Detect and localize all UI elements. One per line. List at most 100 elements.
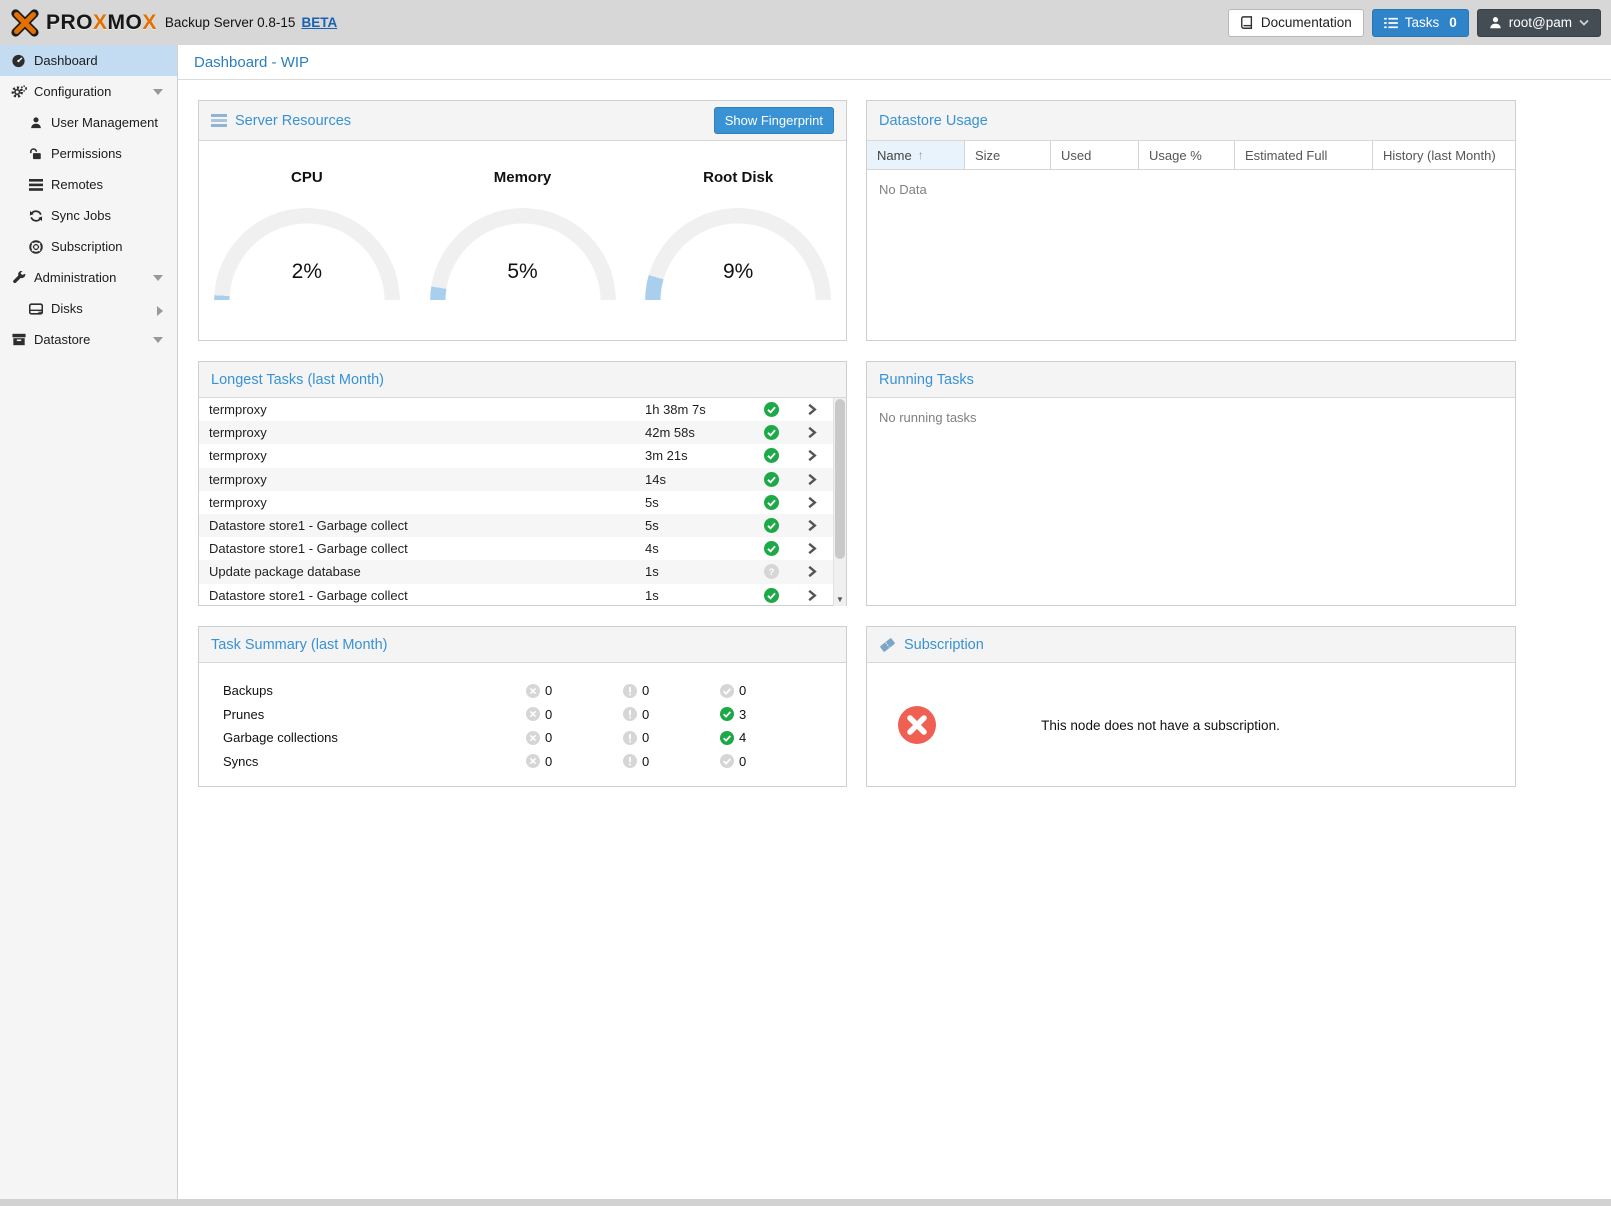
gauge-value: 2% (214, 260, 400, 284)
status-ok-icon (751, 448, 791, 463)
chevron-right-icon[interactable] (791, 495, 833, 510)
dashboard-icon (10, 53, 27, 68)
sidebar-item-subscription[interactable]: Subscription (0, 231, 177, 262)
status-ok-icon (751, 495, 791, 510)
task-row[interactable]: Datastore store1 - Garbage collect 4s (199, 537, 833, 560)
summary-row-syncs: Syncs 0 0 0 (199, 750, 846, 774)
chevron-right-icon[interactable] (791, 425, 833, 440)
archive-box-icon (10, 332, 27, 347)
task-row[interactable]: termproxy 42m 58s (199, 421, 833, 444)
sidebar-item-user-management[interactable]: User Management (0, 107, 177, 138)
task-row[interactable]: termproxy 3m 21s (199, 444, 833, 467)
chevron-right-icon[interactable] (791, 564, 833, 579)
subscription-panel: Subscription This node does not have a s… (866, 626, 1516, 787)
no-data-text: No Data (867, 170, 1515, 209)
sidebar-item-datastore[interactable]: Datastore (0, 324, 177, 355)
scrollbar-down-arrow[interactable]: ▼ (834, 592, 846, 606)
vertical-scrollbar[interactable]: ▼ (833, 398, 846, 606)
warning-count-icon (623, 731, 637, 745)
task-row[interactable]: termproxy 5s (199, 491, 833, 514)
wrench-icon (10, 270, 27, 285)
column-header-usage-pct[interactable]: Usage % (1139, 141, 1235, 169)
gears-icon (10, 84, 27, 99)
life-ring-icon (27, 239, 44, 254)
collapse-arrow-icon[interactable] (153, 89, 163, 95)
task-row[interactable]: Datastore store1 - Garbage collect 1s (199, 584, 833, 607)
gauge-arc (214, 208, 400, 300)
task-row[interactable]: Datastore store1 - Garbage collect 5s (199, 514, 833, 537)
server-resources-panel: Server Resources Show Fingerprint CPU 2% (198, 100, 847, 341)
chevron-right-icon[interactable] (791, 518, 833, 533)
task-row[interactable]: termproxy 14s (199, 468, 833, 491)
summary-row-prunes: Prunes 0 0 3 (199, 703, 846, 727)
sync-icon (27, 208, 44, 223)
show-fingerprint-button[interactable]: Show Fingerprint (714, 107, 834, 134)
sidebar-item-configuration[interactable]: Configuration (0, 76, 177, 107)
documentation-button[interactable]: Documentation (1228, 9, 1364, 37)
sidebar-item-permissions[interactable]: Permissions (0, 138, 177, 169)
chevron-right-icon[interactable] (791, 472, 833, 487)
status-ok-icon (751, 425, 791, 440)
collapse-arrow-icon[interactable] (153, 337, 163, 343)
unlock-icon (27, 146, 44, 161)
summary-row-backups: Backups 0 0 0 (199, 679, 846, 703)
panel-title: Task Summary (last Month) (211, 637, 387, 653)
collapse-arrow-icon[interactable] (153, 275, 163, 281)
status-ok-icon (751, 541, 791, 556)
user-icon (1489, 16, 1502, 29)
datastore-usage-panel: Datastore Usage Name ↑ Size Used Usage %… (866, 100, 1516, 341)
status-ok-icon (751, 588, 791, 603)
warning-count-icon (623, 707, 637, 721)
sidebar: Dashboard Configuration User Management (0, 45, 178, 1199)
ok-count-icon (720, 754, 734, 768)
user-menu-button[interactable]: root@pam (1477, 9, 1601, 37)
book-icon (1240, 16, 1254, 30)
chevron-right-icon[interactable] (791, 588, 833, 603)
ok-count-icon (720, 684, 734, 698)
column-header-history[interactable]: History (last Month) (1373, 141, 1515, 169)
chevron-down-icon (1579, 19, 1589, 26)
warning-count-icon (623, 684, 637, 698)
beta-link[interactable]: BETA (301, 15, 337, 30)
tasks-count-badge: 0 (1449, 15, 1457, 30)
gauge-arc (430, 208, 616, 300)
task-summary-panel: Task Summary (last Month) Backups 0 0 0 … (198, 626, 847, 787)
column-header-name[interactable]: Name ↑ (867, 141, 965, 169)
tasks-button[interactable]: Tasks 0 (1372, 9, 1469, 37)
task-row[interactable]: Update package database 1s ? (199, 560, 833, 583)
datastore-table-header: Name ↑ Size Used Usage % Estimated Full … (867, 141, 1515, 170)
column-header-used[interactable]: Used (1051, 141, 1139, 169)
running-tasks-panel: Running Tasks No running tasks (866, 361, 1516, 606)
gauge-value: 9% (645, 260, 831, 284)
chevron-right-icon[interactable] (791, 541, 833, 556)
ticket-icon (879, 637, 896, 653)
panel-title: Datastore Usage (879, 113, 988, 129)
server-resources-icon (211, 114, 227, 127)
gauge-value: 5% (430, 260, 616, 284)
scrollbar-thumb[interactable] (835, 399, 845, 559)
warning-count-icon (623, 754, 637, 768)
memory-gauge: Memory 5% (415, 141, 631, 340)
sidebar-item-sync-jobs[interactable]: Sync Jobs (0, 200, 177, 231)
root-disk-gauge: Root Disk 9% (630, 141, 846, 340)
top-bar: PROXMOX Backup Server 0.8-15 BETA Docume… (0, 0, 1611, 45)
brand-wordmark: PROXMOX (46, 11, 157, 35)
expand-arrow-icon[interactable] (157, 306, 163, 316)
user-icon (27, 115, 44, 130)
status-ok-icon (751, 518, 791, 533)
gauge-arc (645, 208, 831, 300)
proxmox-logo: PROXMOX (10, 8, 157, 38)
sidebar-item-disks[interactable]: Disks (0, 293, 177, 324)
column-header-size[interactable]: Size (965, 141, 1051, 169)
chevron-right-icon[interactable] (791, 402, 833, 417)
status-unknown-icon: ? (751, 564, 791, 579)
task-row[interactable]: termproxy 1h 38m 7s (199, 398, 833, 421)
chevron-right-icon[interactable] (791, 448, 833, 463)
sidebar-item-dashboard[interactable]: Dashboard (0, 45, 177, 76)
sidebar-item-administration[interactable]: Administration (0, 262, 177, 293)
svg-text:?: ? (768, 567, 774, 577)
cpu-gauge: CPU 2% (199, 141, 415, 340)
sidebar-item-remotes[interactable]: Remotes (0, 169, 177, 200)
column-header-estimated-full[interactable]: Estimated Full (1235, 141, 1373, 169)
error-count-icon (526, 684, 540, 698)
